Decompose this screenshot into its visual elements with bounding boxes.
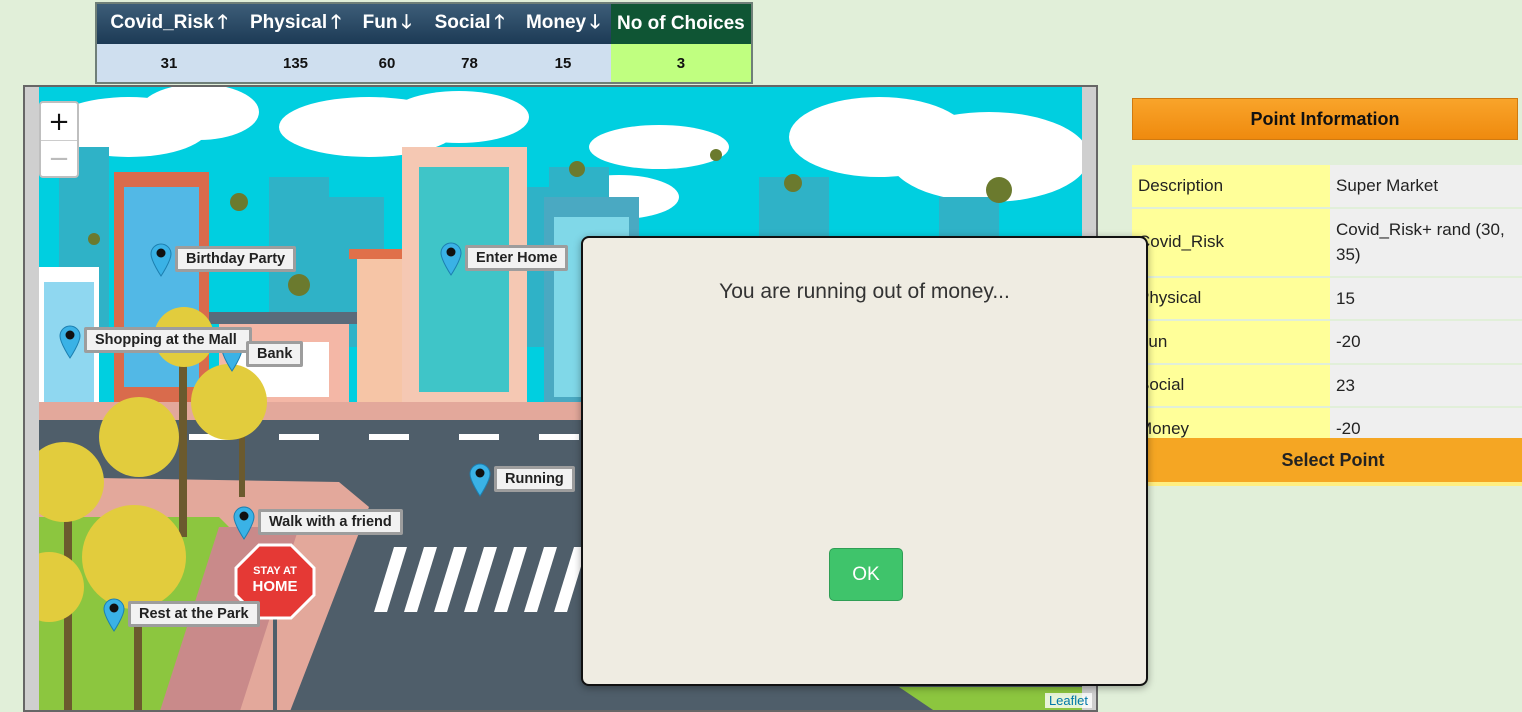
- marker-label-bank[interactable]: Bank: [246, 341, 304, 367]
- zoom-out-button[interactable]: −: [41, 140, 77, 177]
- value-fun: 60: [350, 44, 424, 83]
- marker-label-enter-home[interactable]: Enter Home: [465, 245, 569, 271]
- info-key-physical: Physical: [1132, 277, 1330, 319]
- stats-header-row: Covid_Risk 🡑 Physical 🡑 Fun 🡓 Social 🡑 Money…: [96, 3, 752, 44]
- map-pin-icon[interactable]: [150, 243, 172, 277]
- map-pin-icon[interactable]: [233, 506, 255, 540]
- marker-label-walk-with-a-friend[interactable]: Walk with a friend: [258, 509, 403, 535]
- marker-label-running[interactable]: Running: [494, 466, 575, 492]
- value-physical: 135: [241, 44, 350, 83]
- header-no-of-choices: No of Choices: [611, 3, 752, 44]
- select-point-button[interactable]: Select Point: [1132, 438, 1522, 486]
- marker-label-shopping-at-the-mall[interactable]: Shopping at the Mall: [84, 327, 252, 353]
- zoom-in-button[interactable]: +: [41, 103, 77, 140]
- info-key-fun: Fun: [1132, 321, 1330, 363]
- stop-sign-text-1: STAY AT: [253, 565, 297, 577]
- table-row: Description Super Market: [1132, 165, 1522, 207]
- stats-table: Covid_Risk 🡑 Physical 🡑 Fun 🡓 Social 🡑 Money…: [95, 2, 753, 84]
- map-pin-icon[interactable]: [440, 242, 462, 276]
- alert-message: You are running out of money...: [719, 280, 1010, 303]
- stop-sign-text-2: HOME: [253, 578, 298, 595]
- value-social: 78: [424, 44, 515, 83]
- map-pin-icon[interactable]: [59, 325, 81, 359]
- info-value-covid-risk: Covid_Risk+ rand (30, 35): [1330, 208, 1522, 276]
- header-fun: Fun 🡓: [350, 3, 424, 44]
- point-information-table: Description Super Market Covid_Risk Covi…: [1132, 163, 1522, 452]
- value-no-of-choices: 3: [611, 44, 752, 83]
- info-value-fun: -20: [1330, 321, 1522, 363]
- table-row: Covid_Risk Covid_Risk+ rand (30, 35): [1132, 208, 1522, 276]
- info-value-social: 23: [1330, 364, 1522, 406]
- header-covid-risk: Covid_Risk 🡑: [96, 3, 241, 44]
- arrow-down-icon: 🡓: [590, 12, 601, 33]
- stats-value-row: 31 135 60 78 15 3: [96, 44, 752, 83]
- map-pin-icon[interactable]: [469, 463, 491, 497]
- value-covid-risk: 31: [96, 44, 241, 83]
- table-row: Physical 15: [1132, 277, 1522, 319]
- info-key-description: Description: [1132, 165, 1330, 207]
- map-pin-icon[interactable]: [103, 598, 125, 632]
- info-key-social: Social: [1132, 364, 1330, 406]
- header-physical: Physical 🡑: [241, 3, 350, 44]
- table-row: Social 23: [1132, 364, 1522, 406]
- ok-button[interactable]: OK: [829, 548, 903, 601]
- header-social: Social 🡑: [424, 3, 515, 44]
- info-key-covid-risk: Covid_Risk: [1132, 208, 1330, 276]
- leaflet-attribution-link[interactable]: Leaflet: [1044, 693, 1092, 708]
- info-value-description: Super Market: [1330, 165, 1522, 207]
- marker-label-rest-at-the-park[interactable]: Rest at the Park: [128, 601, 260, 627]
- arrow-up-icon: 🡑: [217, 12, 228, 33]
- point-information-title: Point Information: [1132, 98, 1518, 140]
- marker-label-birthday-party[interactable]: Birthday Party: [175, 246, 297, 272]
- value-money: 15: [515, 44, 611, 83]
- arrow-up-icon: 🡑: [494, 12, 505, 33]
- table-row: Fun -20: [1132, 321, 1522, 363]
- header-money: Money 🡓: [515, 3, 611, 44]
- arrow-up-icon: 🡑: [331, 12, 341, 33]
- info-value-physical: 15: [1330, 277, 1522, 319]
- arrow-down-icon: 🡓: [401, 12, 412, 33]
- alert-dialog: You are running out of money... OK: [581, 236, 1148, 686]
- zoom-controls: + −: [39, 101, 79, 178]
